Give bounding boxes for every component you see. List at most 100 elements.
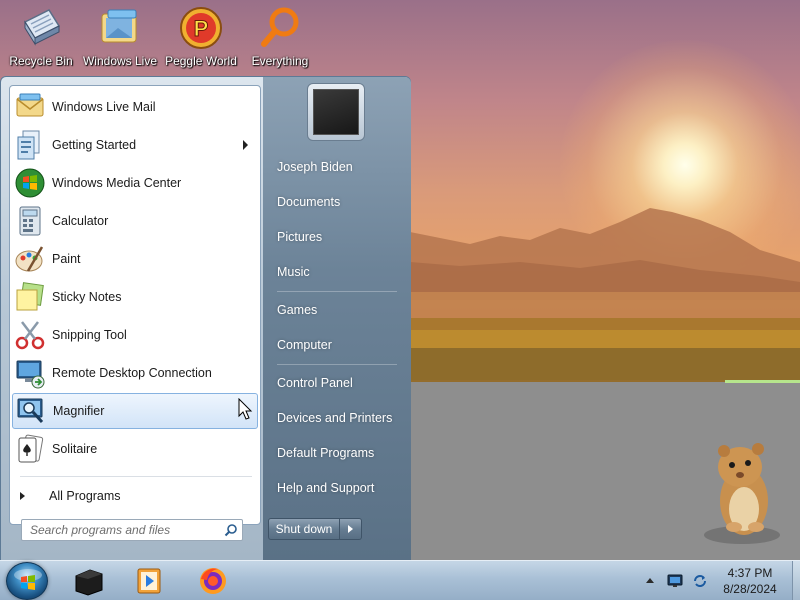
program-label: Windows Media Center [52,176,182,190]
clock-date: 8/28/2024 [723,582,777,596]
program-label: Remote Desktop Connection [52,366,212,380]
program-label: Calculator [52,214,109,228]
magnifier-icon [17,398,44,424]
system-clock[interactable]: 4:37 PM 8/28/2024 [714,565,786,597]
start-search-box[interactable] [21,519,243,541]
solitaire-icon [18,434,44,463]
getting-started-icon [17,130,40,160]
place-label: Games [277,303,318,317]
desktop-icon-label: Recycle Bin [9,54,73,68]
program-label: Paint [52,252,81,266]
places-pane: Joseph Biden Documents Pictures Music Ga… [263,77,411,561]
windows-live-mail-icon [16,93,44,117]
remote-desktop-icon [16,360,45,389]
place-label: Default Programs [277,446,375,460]
recycle-bin-icon [23,9,61,46]
desktop-icon-label: Windows Live [82,54,158,68]
user-picture [313,89,359,135]
calculator-icon [19,206,41,236]
program-item-solitaire[interactable]: Solitaire [12,431,258,467]
sticky-notes-icon [16,282,44,311]
user-avatar[interactable] [307,83,365,141]
place-user-folder[interactable]: Joseph Biden [269,152,405,182]
place-default-programs[interactable]: Default Programs [269,438,405,468]
shutdown-button[interactable]: Shut down [268,518,340,540]
floor-accent [725,380,800,383]
program-item-magnifier[interactable]: Magnifier [12,393,258,429]
program-item-sticky-notes[interactable]: Sticky Notes [12,279,258,315]
taskbar-terminal-button[interactable] [72,564,106,598]
chevron-right-icon [348,525,353,533]
place-label: Joseph Biden [277,160,353,174]
place-label: Devices and Printers [277,411,393,425]
firefox-icon [200,568,226,594]
start-button[interactable] [6,562,48,600]
program-item-calculator[interactable]: Calculator [12,203,258,239]
search-input[interactable] [22,520,218,540]
places-separator [277,291,397,292]
sync-icon[interactable] [692,574,708,588]
place-label: Pictures [277,230,323,244]
taskbar-firefox-button[interactable] [196,564,230,598]
place-computer[interactable]: Computer [269,330,405,360]
place-devices-and-printers[interactable]: Devices and Printers [269,403,405,433]
windows-live-icon [101,9,137,43]
program-label: Solitaire [52,442,98,456]
program-item-getting-started[interactable]: Getting Started [12,127,258,163]
hamster-desktop-pet[interactable] [700,435,785,545]
program-item-snipping-tool[interactable]: Snipping Tool [12,317,258,353]
place-music[interactable]: Music [269,257,405,287]
program-label: Getting Started [52,138,137,152]
program-item-windows-live-mail[interactable]: Windows Live Mail [12,89,258,125]
desktop-icon-label: Everything [251,54,309,68]
place-label: Computer [277,338,332,352]
desktop-icon-label: Peggle World [165,54,237,68]
network-icon[interactable] [667,574,683,588]
mouse-cursor-icon [238,398,253,420]
place-documents[interactable]: Documents [269,187,405,217]
place-pictures[interactable]: Pictures [269,222,405,252]
programs-separator [20,476,252,477]
place-help-and-support[interactable]: Help and Support [269,473,405,503]
program-item-paint[interactable]: Paint [12,241,258,277]
start-menu: Windows Live Mail Getting Started Window… [0,76,411,562]
program-item-remote-desktop-connection[interactable]: Remote Desktop Connection [12,355,258,391]
place-games[interactable]: Games [269,295,405,325]
desktop-icon-everything[interactable]: Everything [239,4,321,76]
taskbar: 4:37 PM 8/28/2024 [0,560,800,600]
desktop-icon-windows-live[interactable]: Windows Live [79,4,161,76]
places-separator [277,364,397,365]
paint-icon [15,246,44,272]
place-control-panel[interactable]: Control Panel [269,368,405,398]
program-label: Sticky Notes [52,290,122,304]
media-player-icon [137,568,161,594]
place-label: Music [277,265,310,279]
terminal-app-icon [75,569,103,596]
windows-media-center-icon [15,168,45,198]
peggle-world-icon: P [180,7,222,49]
right-arrow-icon [20,492,25,500]
program-label: Snipping Tool [52,328,127,342]
taskbar-media-player-button[interactable] [132,564,166,598]
place-label: Control Panel [277,376,353,390]
program-item-windows-media-center[interactable]: Windows Media Center [12,165,258,201]
clock-time: 4:37 PM [727,566,773,580]
windows-logo-icon [14,569,42,590]
everything-search-icon [261,7,299,47]
svg-text:P: P [194,16,209,41]
desktop-icon-peggle-world[interactable]: P Peggle World [160,4,242,76]
place-label: Help and Support [277,481,375,495]
search-icon[interactable] [224,523,238,537]
program-label: Magnifier [53,404,105,418]
all-programs-button[interactable]: All Programs [20,484,250,508]
shutdown-group: Shut down [268,518,362,540]
show-desktop-button[interactable] [792,561,800,600]
shutdown-options-button[interactable] [340,518,362,540]
submenu-arrow-icon[interactable] [243,140,248,150]
desktop-icon-recycle-bin[interactable]: Recycle Bin [0,4,82,76]
all-programs-label: All Programs [49,489,121,503]
programs-pane: Windows Live Mail Getting Started Window… [9,85,261,525]
program-label: Windows Live Mail [52,100,156,114]
place-label: Documents [277,195,341,209]
show-hidden-icons-arrow[interactable] [646,578,654,583]
